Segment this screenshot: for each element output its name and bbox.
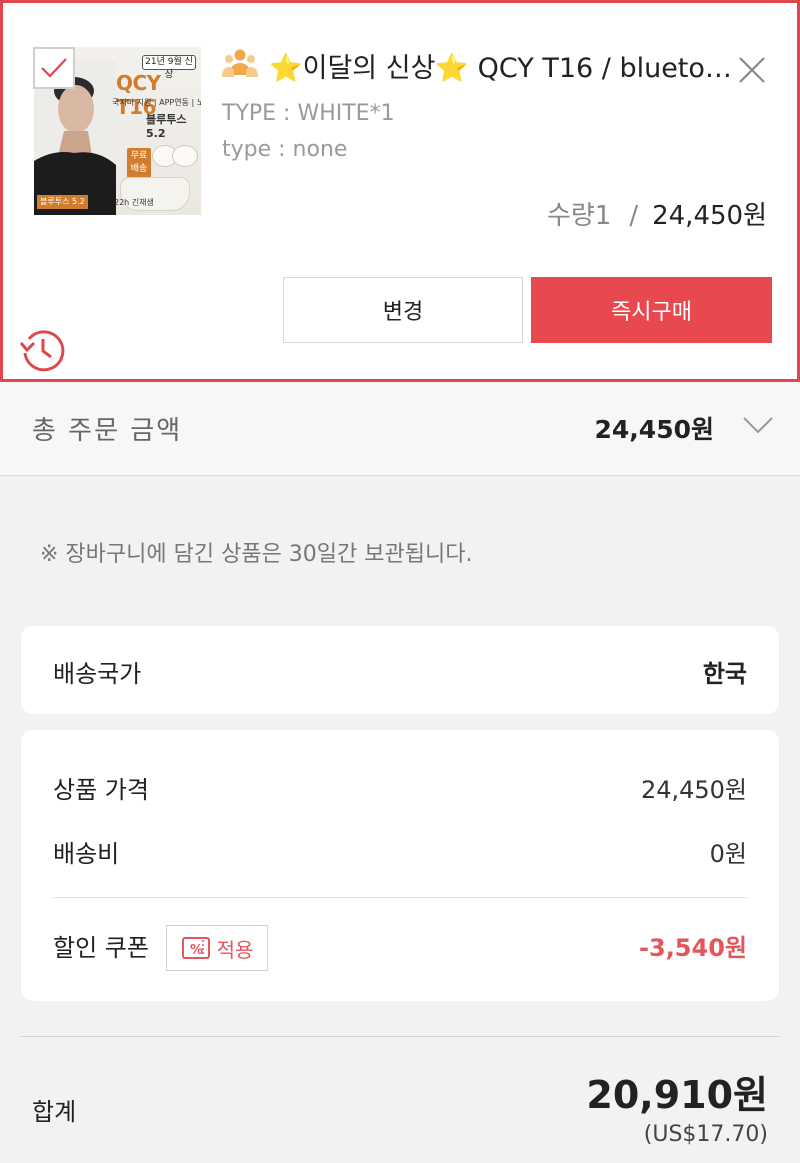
svg-text:%: %	[190, 943, 203, 958]
apply-coupon-button[interactable]: % 적용	[166, 925, 268, 971]
star-icon: ⭐	[269, 53, 303, 84]
thumbnail-features: 국지미 지원 | APP연동 | 노이즈캔슬링	[112, 98, 201, 107]
option-type: TYPE : WHITE*1	[222, 101, 395, 126]
summary-divider	[53, 897, 747, 898]
price-summary-card: 상품 가격 24,450원 배송비 0원 할인 쿠폰 -3,540원 % 적용	[21, 730, 779, 1001]
group-buy-icon	[222, 49, 258, 77]
thumbnail-footer-left: 블루투스 5.2	[37, 195, 88, 209]
earbud-right-image	[172, 145, 198, 167]
product-title-prefix: 이달의 신상	[302, 53, 436, 84]
close-icon[interactable]	[735, 53, 769, 87]
total-order-bar[interactable]: 총 주문 금액 24,450원	[0, 382, 800, 476]
shipping-country-label: 배송국가	[53, 660, 142, 688]
grand-total-divider	[21, 1036, 779, 1037]
cart-retention-notice: ※ 장바구니에 담긴 상품은 30일간 보관됩니다.	[40, 542, 473, 567]
item-select-checkbox[interactable]	[33, 47, 75, 89]
change-option-button[interactable]: 변경	[283, 277, 523, 343]
option-subtype: type : none	[222, 137, 348, 162]
thumbnail-badge: 21년 9월 신상	[142, 55, 196, 80]
chevron-down-icon[interactable]	[740, 410, 776, 438]
product-title-name: QCY T16 / bluetooth	[469, 53, 733, 84]
product-price-value: 24,450원	[640, 776, 747, 804]
quantity-label: 수량1	[546, 201, 612, 231]
coupon-discount-value: -3,540원	[639, 934, 747, 962]
product-title[interactable]: ⭐이달의 신상⭐ QCY T16 / bluetooth	[269, 49, 733, 89]
star-icon: ⭐	[435, 53, 470, 84]
quantity-price: 수량1 / 24,450원	[547, 195, 767, 232]
product-price-label: 상품 가격	[53, 776, 149, 804]
thumbnail-free-shipping: 무료배송	[127, 148, 151, 178]
item-price: 24,450원	[652, 201, 767, 231]
grand-total-label: 합계	[32, 1098, 77, 1126]
grand-total-usd: (US$17.70)	[643, 1122, 768, 1147]
cart-item-card: 21년 9월 신상 QCY T16 국지미 지원 | APP연동 | 노이즈캔슬…	[0, 0, 800, 382]
thumbnail-footer-right: 22h 긴재생	[114, 198, 154, 207]
price-separator: /	[629, 201, 639, 231]
history-icon[interactable]	[17, 325, 69, 373]
shipping-fee-value: 0원	[709, 840, 747, 868]
checkmark-icon	[41, 58, 67, 78]
shipping-country-card[interactable]: 배송국가 한국	[21, 626, 779, 714]
apply-coupon-label: 적용	[216, 937, 254, 962]
buy-now-button[interactable]: 즉시구매	[531, 277, 772, 343]
shipping-country-value: 한국	[702, 660, 747, 688]
total-order-label: 총 주문 금액	[32, 416, 183, 446]
grand-total-amount: 20,910원	[586, 1073, 768, 1117]
shipping-fee-label: 배송비	[53, 840, 120, 868]
total-order-amount: 24,450원	[594, 415, 714, 444]
coupon-label: 할인 쿠폰	[53, 934, 149, 962]
coupon-icon: %	[181, 937, 210, 959]
thumbnail-bluetooth: 블루투스 5.2	[146, 113, 187, 140]
